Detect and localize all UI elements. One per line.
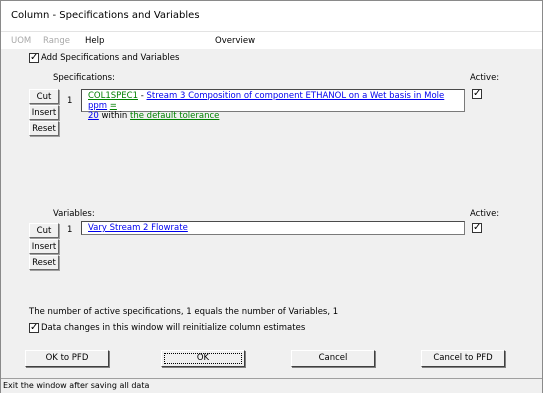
var-insert-button[interactable]: Insert [29, 239, 59, 254]
specifications-header: Specifications: [53, 73, 115, 83]
menu-overview[interactable]: Overview [215, 36, 255, 46]
spec-row-box: COL1SPEC1 - Stream 3 Composition of comp… [81, 89, 465, 121]
spec-active-checkbox[interactable] [472, 87, 482, 101]
window-title: Column - Specifications and Variables [11, 10, 200, 21]
status-bar: Exit the window after saving all data [1, 378, 542, 393]
spec-cut-button[interactable]: Cut [29, 89, 59, 104]
spec-id-link[interactable]: COL1SPEC1 [88, 91, 138, 101]
menu-help[interactable]: Help [85, 36, 104, 46]
add-specs-label: Add Specifications and Variables [41, 53, 180, 63]
spec-separator: - [138, 91, 147, 101]
data-changes-checkbox[interactable] [29, 321, 39, 335]
status-text: Exit the window after saving all data [3, 381, 150, 390]
title-bar: Column - Specifications and Variables [1, 1, 542, 32]
variables-header: Variables: [53, 209, 95, 219]
spec-within-text: within [98, 111, 131, 121]
var-row-index: 1 [67, 225, 73, 235]
spec-active-header: Active: [470, 73, 500, 83]
var-desc-link[interactable]: Vary Stream 2 Flowrate [88, 223, 188, 233]
cancel-to-pfd-button[interactable]: Cancel to PFD [421, 350, 505, 367]
ok-button[interactable]: OK [161, 350, 245, 367]
var-cut-button[interactable]: Cut [29, 223, 59, 238]
menu-uom: UOM [11, 36, 32, 46]
cancel-button[interactable]: Cancel [291, 350, 375, 367]
spec-tolerance-link[interactable]: the default tolerance [130, 111, 219, 121]
menu-bar: UOM Range Help Overview [1, 32, 542, 49]
add-specs-checkbox[interactable] [29, 51, 39, 65]
spec-value-link[interactable]: 20 [88, 111, 99, 121]
var-active-checkbox[interactable] [472, 221, 482, 235]
data-changes-label: Data changes in this window will reiniti… [41, 323, 306, 333]
spec-insert-button[interactable]: Insert [29, 105, 59, 120]
var-active-header: Active: [470, 209, 500, 219]
summary-text: The number of active specifications, 1 e… [29, 307, 339, 317]
ok-to-pfd-button[interactable]: OK to PFD [25, 350, 109, 367]
var-reset-button[interactable]: Reset [29, 255, 59, 270]
spec-equals-link[interactable]: = [110, 101, 117, 111]
spec-reset-button[interactable]: Reset [29, 121, 59, 136]
menu-range: Range [43, 36, 70, 46]
column-spec-window: Column - Specifications and Variables UO… [0, 0, 543, 393]
var-row-box: Vary Stream 2 Flowrate [81, 221, 465, 235]
spec-row-index: 1 [67, 96, 73, 106]
